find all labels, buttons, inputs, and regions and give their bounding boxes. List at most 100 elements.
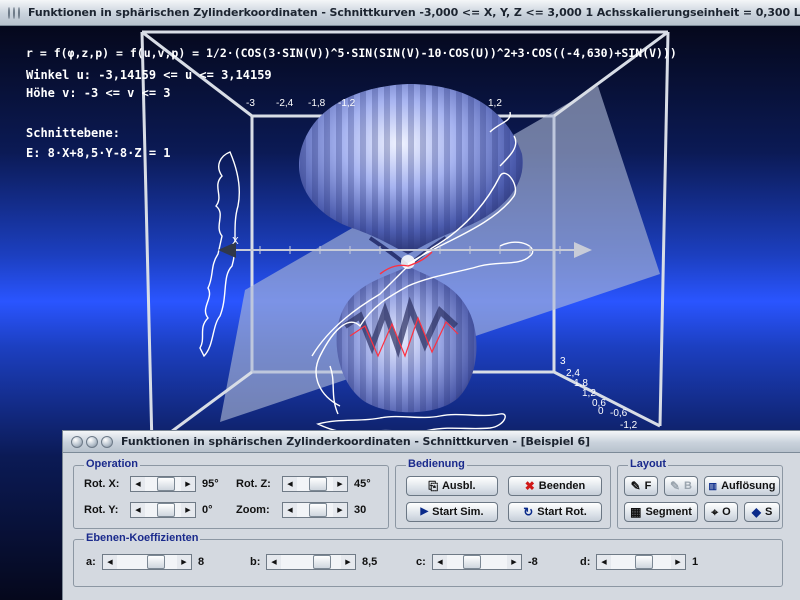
coef-d-value: 1 [692,556,699,568]
segment-button[interactable]: ▦ Segment [624,502,698,522]
rot-y-slider[interactable]: ◀ ▶ [130,502,196,518]
plane-coefficients-label: Ebenen-Koeffizienten [84,532,201,544]
rot-x-label: Rot. X: [84,478,120,490]
f-label: F [644,480,652,492]
slider-track[interactable] [297,503,333,517]
slider-track[interactable] [447,555,507,569]
coef-c-label: c: [416,556,426,568]
paint-icon: ✎ [630,479,641,493]
b-label: B [684,480,692,492]
crosshair-icon: ⌖ [711,505,719,519]
arrow-left-icon[interactable]: ◀ [103,555,117,569]
brush-icon: ✎ [669,479,681,493]
slider-thumb[interactable] [147,555,165,569]
ausbl-label: Ausbl. [441,480,476,492]
window-orb-icon[interactable] [18,6,20,19]
aufloesung-button[interactable]: ▥ Auflösung [704,476,780,496]
plane-equation: E: 8·X+8,5·Y-8·Z = 1 [26,146,171,160]
cube-icon: ◆ [751,505,761,519]
main-titlebar[interactable]: Funktionen in sphärischen Zylinderkoordi… [0,0,800,26]
arrow-right-icon[interactable]: ▶ [177,555,191,569]
color-b-button[interactable]: ✎ B [664,476,698,496]
arrow-left-icon[interactable]: ◀ [131,503,145,517]
tick-label: 0 [598,406,604,417]
window-orb-icon[interactable] [13,6,15,19]
arrow-right-icon[interactable]: ▶ [181,503,195,517]
arrow-left-icon[interactable]: ◀ [433,555,447,569]
slider-track[interactable] [297,477,333,491]
color-f-button[interactable]: ✎ F [624,476,658,496]
ausbl-button[interactable]: ⎘ Ausbl. [406,476,498,496]
close-icon: ✖ [524,479,535,493]
bedienung-group: Bedienung ⎘ Ausbl. ✖ Beenden ▶ Start Sim… [395,458,611,529]
coef-a-label: a: [86,556,96,568]
play-icon: ▶ [420,506,429,517]
window-orb-icon[interactable] [8,6,10,19]
origin-button[interactable]: ⌖ O [704,502,738,522]
tick-label: 1,2 [488,98,502,109]
slider-track[interactable] [281,555,341,569]
tick-label: -2,4 [276,98,294,109]
window-orb-icon[interactable] [101,435,113,448]
rot-z-slider[interactable]: ◀ ▶ [282,476,348,492]
arrow-right-icon[interactable]: ▶ [333,503,347,517]
start-sim-label: Start Sim. [432,506,484,518]
layout-group: Layout ✎ F ✎ B ▥ Auflösung ▦ Segment ⌖ O… [617,458,783,529]
slider-thumb[interactable] [157,503,175,517]
slider-track[interactable] [145,477,181,491]
s-button[interactable]: ◆ S [744,502,780,522]
zoom-value: 30 [354,504,367,516]
coef-d-label: d: [580,556,591,568]
coef-a-value: 8 [198,556,205,568]
arrow-right-icon[interactable]: ▶ [181,477,195,491]
arrow-left-icon[interactable]: ◀ [283,477,297,491]
arrow-right-icon[interactable]: ▶ [341,555,355,569]
rot-y-label: Rot. Y: [84,504,119,516]
rot-x-value: 95° [202,478,219,490]
arrow-left-icon[interactable]: ◀ [131,477,145,491]
start-rot-button[interactable]: ↻ Start Rot. [508,502,602,522]
window-orb-icon[interactable] [71,435,83,448]
rot-z-label: Rot. Z: [236,478,271,490]
zoom-slider[interactable]: ◀ ▶ [282,502,348,518]
slider-thumb[interactable] [313,555,331,569]
slider-track[interactable] [145,503,181,517]
start-sim-button[interactable]: ▶ Start Sim. [406,502,498,522]
arrow-left-icon[interactable]: ◀ [267,555,281,569]
layout-label: Layout [628,458,669,470]
coef-b-slider[interactable]: ◀ ▶ [266,554,356,570]
slider-thumb[interactable] [309,503,327,517]
arrow-right-icon[interactable]: ▶ [671,555,685,569]
arrow-left-icon[interactable]: ◀ [597,555,611,569]
rot-z-value: 45° [354,478,371,490]
coef-b-label: b: [250,556,261,568]
slider-track[interactable] [611,555,671,569]
beenden-button[interactable]: ✖ Beenden [508,476,602,496]
tick-label: -3 [246,98,255,109]
angle-range-text: Winkel u: -3,14159 <= u <= 3,14159 [26,68,272,82]
coef-a-slider[interactable]: ◀ ▶ [102,554,192,570]
coef-c-slider[interactable]: ◀ ▶ [432,554,522,570]
arrow-right-icon[interactable]: ▶ [507,555,521,569]
aufloesung-label: Auflösung [721,480,776,492]
slider-thumb[interactable] [309,477,327,491]
formula-text: r = f(φ,z,p) = f(u,v,p) = 1/2·(COS(3·SIN… [26,46,677,60]
zoom-label: Zoom: [236,504,270,516]
panel-title: Funktionen in sphärischen Zylinderkoordi… [121,435,590,448]
operation-label: Operation [84,458,140,470]
beenden-label: Beenden [538,480,586,492]
grid-icon: ▦ [630,505,642,519]
tick-label: -1,8 [308,98,326,109]
s-label: S [764,506,773,518]
slider-track[interactable] [117,555,177,569]
slider-thumb[interactable] [635,555,653,569]
panel-titlebar[interactable]: Funktionen in sphärischen Zylinderkoordi… [63,431,800,453]
coef-d-slider[interactable]: ◀ ▶ [596,554,686,570]
bedienung-label: Bedienung [406,458,467,470]
slider-thumb[interactable] [463,555,481,569]
rot-x-slider[interactable]: ◀ ▶ [130,476,196,492]
window-orb-icon[interactable] [86,435,98,448]
arrow-right-icon[interactable]: ▶ [333,477,347,491]
arrow-left-icon[interactable]: ◀ [283,503,297,517]
slider-thumb[interactable] [157,477,175,491]
